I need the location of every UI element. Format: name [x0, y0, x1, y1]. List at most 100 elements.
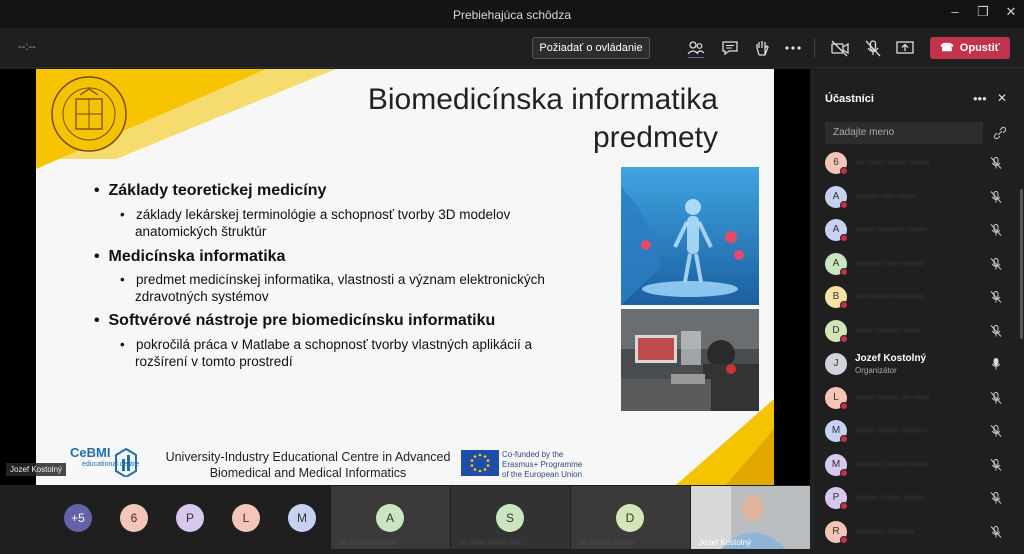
lab-workstation-image [621, 309, 759, 411]
footer-line-1: University-Industry Educational Centre i… [165, 450, 451, 464]
title-bar: Prebiehajúca schôdza – ❐ ✕ [0, 0, 1024, 28]
participant-search-input[interactable]: Zadajte meno [825, 122, 983, 144]
presence-status-icon [840, 301, 848, 309]
participant-name: ········· ········ [855, 525, 915, 537]
mic-off-icon[interactable] [989, 190, 1003, 204]
participant-row[interactable]: L ······ ······ ··· ····· [813, 383, 1024, 415]
presence-status-icon [840, 401, 848, 410]
participant-tile-name: ··· ··· ······ ······· [339, 538, 397, 547]
maximize-icon[interactable]: ❐ [976, 5, 990, 19]
share-invite-icon[interactable] [993, 126, 1007, 140]
mic-icon[interactable] [989, 357, 1003, 371]
participant-tile[interactable]: A ··· ··· ······ ······· [331, 486, 450, 549]
panel-close-icon[interactable]: ✕ [997, 91, 1007, 105]
participant-tile-name: ··· ········ ········ [579, 538, 635, 547]
participant-role: Organizátor [855, 366, 897, 375]
participant-tile[interactable]: S ··· ······ ······· ····· [451, 486, 570, 549]
presence-status-icon [840, 200, 848, 209]
mic-off-icon[interactable] [989, 290, 1003, 304]
bullet-heading: • Základy teoretickej medicíny [94, 182, 327, 199]
leave-button[interactable]: ☎ Opustiť [930, 37, 1010, 59]
participant-row[interactable]: A ······· ···· ······ [813, 182, 1024, 214]
mic-off-icon[interactable] [989, 458, 1003, 472]
request-control-button[interactable]: Požiadať o ovládanie [532, 37, 650, 59]
participant-list-scrollbar[interactable] [1020, 189, 1023, 339]
mic-off-icon[interactable] [989, 525, 1003, 539]
window-title: Prebiehajúca schôdza [452, 8, 572, 22]
participant-row[interactable]: P ······· ······ ······ [813, 483, 1024, 515]
presence-status-icon [840, 167, 848, 175]
share-screen-icon[interactable] [895, 38, 915, 58]
cebmi-logo-subtext: educational centre [82, 461, 140, 468]
minimize-icon[interactable]: – [948, 5, 962, 19]
mic-off-icon[interactable] [989, 156, 1003, 170]
bullet-heading: • Softvérové nástroje pre biomedicínsku … [94, 312, 496, 329]
overflow-participants-badge[interactable]: +5 [64, 504, 92, 532]
participant-tile[interactable]: D ··· ········ ········ [571, 486, 690, 549]
close-icon[interactable]: ✕ [1004, 5, 1018, 19]
participant-name: ········ ······ ······ [855, 458, 928, 470]
slide-title: Biomedicínska informatika [367, 83, 718, 116]
participant-avatar: S [496, 504, 524, 532]
participant-avatar: D [616, 504, 644, 532]
bullet-sub: • predmet medicínskej informatika, vlast… [120, 272, 545, 304]
bullet-sub: • pokročilá práca v Matlabe a schopnosť … [120, 337, 532, 369]
phone-hangup-icon: ☎ [940, 42, 954, 54]
mic-off-icon[interactable] [989, 491, 1003, 505]
panel-title: Účastníci [825, 93, 874, 105]
toolbar-separator [814, 38, 815, 58]
participant-row[interactable]: J Jozef Kostolný Organizátor [813, 349, 1024, 381]
presenter-video-tile[interactable]: Jozef Kostolný [691, 486, 810, 549]
participant-row[interactable]: D ····· ········ ····· [813, 316, 1024, 348]
mic-off-icon[interactable] [989, 257, 1003, 271]
participant-row[interactable]: M ······ ······ ········ [813, 416, 1024, 448]
presence-status-icon [840, 435, 848, 443]
participant-row[interactable]: R ········· ········ [813, 517, 1024, 549]
participant-row[interactable]: 6 ··· ····· ······ ······ [813, 148, 1024, 180]
more-options-icon[interactable] [783, 38, 803, 58]
participant-avatar[interactable]: 6 [120, 504, 148, 532]
camera-off-icon[interactable] [830, 38, 850, 58]
eu-flag-icon [461, 450, 499, 476]
presence-status-icon [840, 535, 848, 544]
participant-name: ······· ······ ······ [855, 492, 924, 503]
raise-hand-icon[interactable] [752, 38, 772, 58]
participant-avatar[interactable]: P [176, 504, 204, 532]
participant-strip: +5 6 P L M A ··· ··· ······ ······· S ··… [0, 486, 810, 549]
participant-avatar: J [825, 353, 847, 375]
participant-name: ······ ········ ······ [855, 224, 928, 235]
presenter-name-tag: Jozef Kostolný [6, 463, 67, 476]
bullet-sub: • základy lekárskej terminológie a schop… [120, 207, 511, 239]
presence-status-icon [840, 234, 848, 242]
presenter-video-name: Jozef Kostolný [699, 538, 752, 547]
participant-avatar: A [376, 504, 404, 532]
participant-row[interactable]: A ······ ········ ······ [813, 215, 1024, 247]
mic-off-icon[interactable] [989, 223, 1003, 237]
participant-name: ········ ····· ······ [855, 257, 924, 269]
participant-name: Jozef Kostolný [855, 353, 927, 364]
participant-name: ······ ······ ········ [855, 425, 928, 436]
mic-off-icon[interactable] [863, 38, 883, 58]
footer-line-2: Biomedical and Medical Informatics [209, 466, 407, 480]
participant-name: ··· ····· ······ ······ [855, 157, 930, 168]
eu-cofunding-text: Co-funded by the Erasmus+ Programme of the… [502, 450, 583, 479]
participant-tile-name: ··· ······ ······· ····· [459, 538, 522, 547]
participants-panel: Účastníci ••• ✕ Zadajte meno 6 ··· ····· … [812, 69, 1024, 549]
mic-off-icon[interactable] [989, 424, 1003, 438]
presence-status-icon [840, 502, 848, 510]
panel-more-icon[interactable]: ••• [973, 91, 987, 106]
participant-avatar[interactable]: M [288, 504, 316, 532]
chat-icon[interactable] [720, 38, 740, 58]
leave-button-label: Opustiť [959, 42, 1000, 54]
participant-row[interactable]: A ········ ····· ······ [813, 249, 1024, 281]
presence-status-icon [840, 267, 848, 276]
medical-hologram-image [621, 167, 759, 305]
meeting-timer: --:-- [18, 41, 36, 53]
mic-off-icon[interactable] [989, 391, 1003, 405]
participant-avatar[interactable]: L [232, 504, 260, 532]
participant-row[interactable]: M ········ ······ ······ [813, 450, 1024, 482]
participant-row[interactable]: B ··· ········ ········ [813, 282, 1024, 314]
mic-off-icon[interactable] [989, 324, 1003, 338]
participants-icon[interactable] [686, 38, 706, 58]
meeting-toolbar: --:-- Požiadať o ovládanie ☎ Opustiť [0, 28, 1024, 68]
